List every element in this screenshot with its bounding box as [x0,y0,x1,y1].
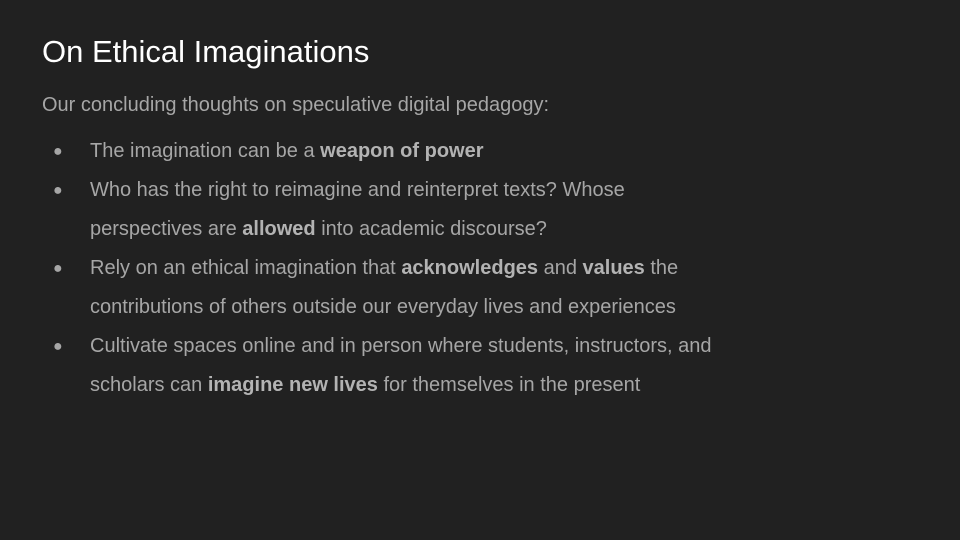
bullet-text: and [538,257,583,279]
slide: On Ethical Imaginations Our concluding t… [0,0,960,540]
bullet-item: ● The imagination can be a weapon of powe… [42,132,742,171]
bullet-text: for themselves in the present [377,374,641,396]
bullet-dot-icon: ● [53,143,63,160]
slide-title: On Ethical Imaginations [42,34,370,69]
bullet-item: ● Cultivate spaces online and in person w… [42,327,742,405]
bullet-emphasis: allowed [242,218,316,240]
slide-subtitle: Our concluding thoughts on speculative d… [42,94,550,116]
bullet-emphasis: weapon of power [320,140,484,162]
bullet-item: ● Who has the right to reimagine and rein… [42,171,742,249]
bullet-list: ● The imagination can be a weapon of powe… [42,132,742,405]
bullet-emphasis: imagine new lives [207,374,378,396]
bullet-emphasis: acknowledges [401,257,539,279]
bullet-text: Rely on an ethical imagination that [90,257,402,279]
bullet-text: into academic discourse? [315,218,547,240]
bullet-dot-icon: ● [53,338,63,355]
bullet-text: The imagination can be a [90,140,321,162]
bullet-dot-icon: ● [53,182,63,199]
bullet-emphasis: values [582,257,645,279]
bullet-dot-icon: ● [53,260,63,277]
bullet-item: ● Rely on an ethical imagination that ack… [42,249,742,327]
